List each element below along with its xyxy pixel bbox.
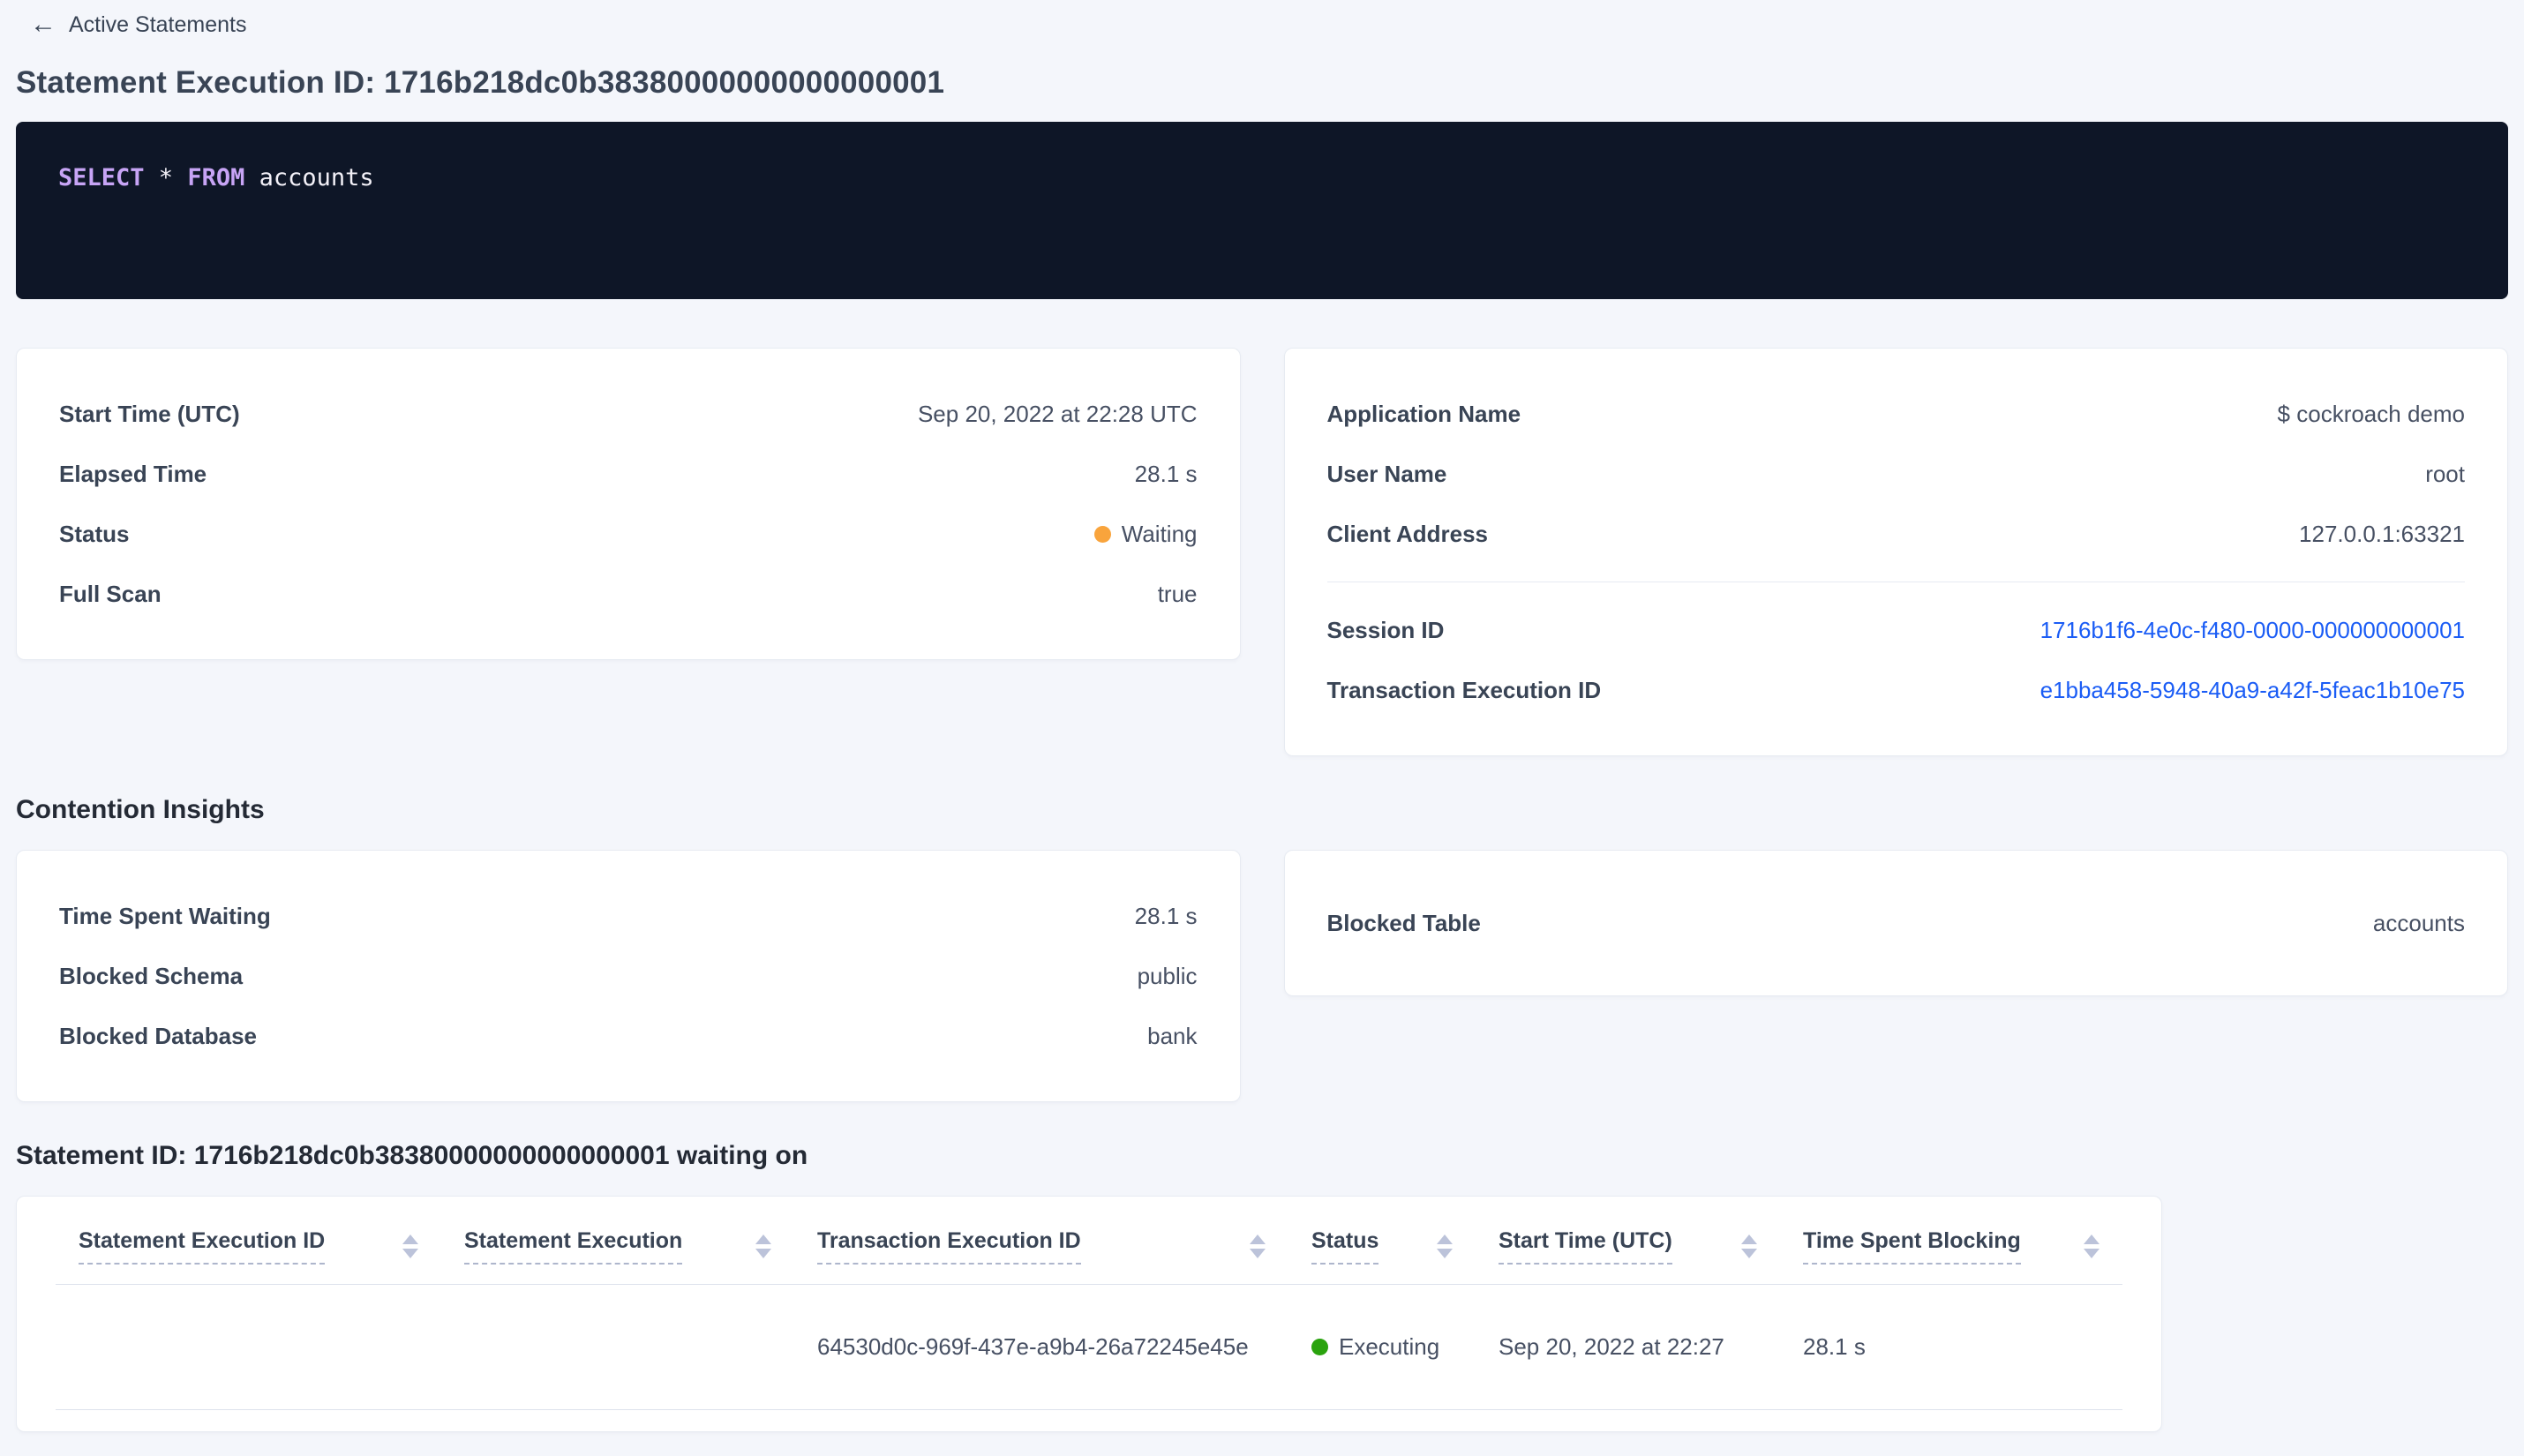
- back-arrow-icon: ←: [30, 10, 56, 39]
- time-spent-blocking-column-label: Time Spent Blocking: [1803, 1228, 2021, 1265]
- user-name-label: User Name: [1326, 460, 1447, 487]
- row-time-spent-waiting: Time Spent Waiting 28.1 s: [59, 886, 1198, 946]
- cell-start-time: Sep 20, 2022 at 22:27: [1476, 1284, 1780, 1410]
- back-link[interactable]: ← Active Statements: [16, 7, 2508, 42]
- sort-icon: [1250, 1235, 1266, 1258]
- cell-statement-execution: [441, 1284, 794, 1410]
- blocked-database-value: bank: [1147, 1022, 1198, 1049]
- sort-icon: [2084, 1235, 2100, 1258]
- statement-execution-column-label: Statement Execution: [464, 1228, 683, 1265]
- status-value: Waiting: [1093, 520, 1198, 548]
- transaction-execution-id-link[interactable]: e1bba458-5948-40a9-a42f-5feac1b10e75: [2040, 677, 2465, 704]
- application-name-value: $ cockroach demo: [2277, 400, 2465, 427]
- row-start-time: Start Time (UTC) Sep 20, 2022 at 22:28 U…: [59, 384, 1198, 444]
- sql-keyword-select: SELECT: [58, 164, 145, 191]
- waiting-table: Statement Execution ID Statement Executi…: [56, 1197, 2122, 1410]
- waiting-table-header-row: Statement Execution ID Statement Executi…: [56, 1197, 2122, 1285]
- elapsed-time-value: 28.1 s: [1134, 460, 1198, 487]
- time-spent-waiting-label: Time Spent Waiting: [59, 902, 271, 929]
- page-title: Statement Execution ID: 1716b218dc0b3838…: [16, 65, 945, 100]
- client-address-value: 127.0.0.1:63321: [2299, 520, 2465, 547]
- waiting-table-card: Statement Execution ID Statement Executi…: [16, 1196, 2162, 1432]
- row-client-address: Client Address 127.0.0.1:63321: [1327, 504, 2466, 564]
- status-column-label: Status: [1311, 1228, 1379, 1265]
- row-session-id: Session ID 1716b1f6-4e0c-f480-0000-00000…: [1327, 600, 2466, 660]
- row-blocked-schema: Blocked Schema public: [59, 946, 1198, 1006]
- sort-icon: [755, 1235, 771, 1258]
- sql-star: *: [144, 164, 188, 191]
- blocked-table-value: accounts: [2372, 909, 2465, 936]
- summary-cards-row: Start Time (UTC) Sep 20, 2022 at 22:28 U…: [16, 348, 2508, 756]
- start-time-value: Sep 20, 2022 at 22:28 UTC: [917, 400, 1198, 427]
- row-blocked-database: Blocked Database bank: [59, 1006, 1198, 1066]
- waiting-on-heading: Statement ID: 1716b218dc0b38380000000000…: [16, 1141, 808, 1170]
- status-label: Status: [59, 520, 130, 547]
- blocked-database-label: Blocked Database: [59, 1022, 257, 1049]
- column-header-statement-execution[interactable]: Statement Execution: [441, 1197, 794, 1285]
- overview-card: Start Time (UTC) Sep 20, 2022 at 22:28 U…: [16, 348, 1241, 660]
- waiting-status-dot-icon: [1093, 525, 1111, 543]
- row-application-name: Application Name $ cockroach demo: [1327, 384, 2466, 444]
- column-header-status[interactable]: Status: [1288, 1197, 1476, 1285]
- session-id-label: Session ID: [1326, 616, 1445, 643]
- sql-statement: SELECT * FROM accounts: [58, 162, 2466, 193]
- waiting-table-row: 64530d0c-969f-437e-a9b4-26a72245e45e Exe…: [56, 1284, 2122, 1410]
- client-address-label: Client Address: [1326, 520, 1489, 547]
- cell-time-spent-blocking: 28.1 s: [1780, 1284, 2122, 1410]
- row-transaction-execution-id: Transaction Execution ID e1bba458-5948-4…: [1327, 660, 2466, 720]
- row-full-scan: Full Scan true: [59, 564, 1198, 624]
- start-time-column-label: Start Time (UTC): [1499, 1228, 1672, 1265]
- cell-status: Executing: [1288, 1284, 1476, 1410]
- transaction-execution-id-label: Transaction Execution ID: [1326, 676, 1602, 703]
- sql-statement-box: SELECT * FROM accounts: [16, 122, 2508, 299]
- contention-cards-row: Time Spent Waiting 28.1 s Blocked Schema…: [16, 850, 2508, 1102]
- cell-statement-execution-id: [56, 1284, 441, 1410]
- column-header-transaction-execution-id[interactable]: Transaction Execution ID: [794, 1197, 1288, 1285]
- back-link-label: Active Statements: [69, 11, 247, 37]
- sql-table-name: accounts: [244, 164, 374, 191]
- elapsed-time-label: Elapsed Time: [59, 460, 207, 487]
- start-time-label: Start Time (UTC): [59, 400, 240, 427]
- application-name-label: Application Name: [1326, 400, 1521, 427]
- statement-execution-id-column-label: Statement Execution ID: [79, 1228, 326, 1265]
- statement-execution-detail-page: ← Active Statements Statement Execution …: [0, 0, 2524, 1432]
- row-blocked-table: Blocked Table accounts: [1327, 893, 2466, 953]
- full-scan-label: Full Scan: [59, 580, 162, 607]
- column-header-statement-execution-id[interactable]: Statement Execution ID: [56, 1197, 441, 1285]
- transaction-execution-id-column-label: Transaction Execution ID: [817, 1228, 1081, 1265]
- session-card: Application Name $ cockroach demo User N…: [1283, 348, 2508, 756]
- full-scan-value: true: [1157, 580, 1198, 607]
- blocked-schema-label: Blocked Schema: [59, 962, 244, 989]
- cell-transaction-execution-id: 64530d0c-969f-437e-a9b4-26a72245e45e: [794, 1284, 1288, 1410]
- column-header-time-spent-blocking[interactable]: Time Spent Blocking: [1780, 1197, 2122, 1285]
- sort-icon: [402, 1235, 418, 1258]
- contention-left-card: Time Spent Waiting 28.1 s Blocked Schema…: [16, 850, 1241, 1102]
- sql-keyword-from: FROM: [187, 164, 245, 191]
- row-user-name: User Name root: [1327, 444, 2466, 504]
- blocked-table-label: Blocked Table: [1326, 909, 1481, 936]
- cell-status-text: Executing: [1339, 1333, 1440, 1360]
- row-elapsed-time: Elapsed Time 28.1 s: [59, 444, 1198, 504]
- contention-insights-heading: Contention Insights: [16, 795, 265, 824]
- executing-status-dot-icon: [1311, 1339, 1328, 1355]
- row-status: Status Waiting: [59, 504, 1198, 564]
- session-id-link[interactable]: 1716b1f6-4e0c-f480-0000-000000000001: [2040, 617, 2465, 644]
- contention-right-card: Blocked Table accounts: [1283, 850, 2508, 996]
- user-name-value: root: [2425, 460, 2465, 487]
- status-value-text: Waiting: [1121, 520, 1198, 547]
- sort-icon: [1437, 1235, 1453, 1258]
- blocked-schema-value: public: [1137, 962, 1198, 989]
- column-header-start-time[interactable]: Start Time (UTC): [1476, 1197, 1780, 1285]
- sort-icon: [1741, 1235, 1757, 1258]
- time-spent-waiting-value: 28.1 s: [1134, 902, 1198, 929]
